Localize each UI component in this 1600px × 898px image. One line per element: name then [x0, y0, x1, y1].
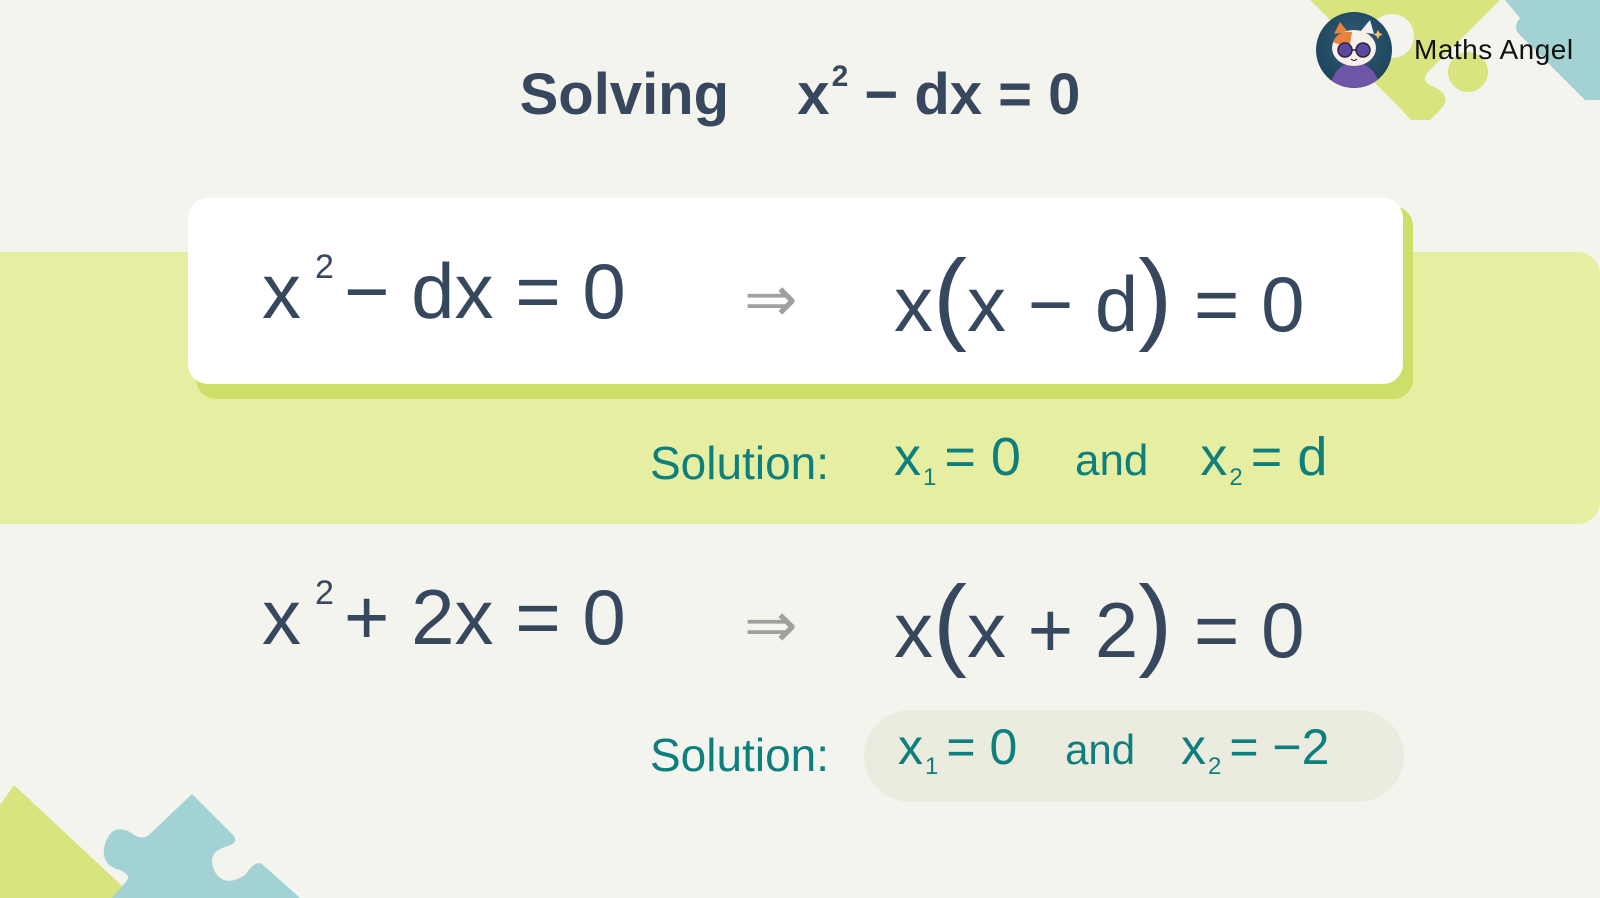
title-prefix: Solving — [519, 62, 730, 127]
x1-value: = 0 — [944, 427, 1021, 487]
x2-sub: 2 — [1207, 753, 1222, 780]
open-paren: ( — [933, 565, 967, 679]
example1-factored: x(x − d) = 0 — [894, 238, 1305, 355]
example1-solution: x1 = 0 and x2 = d — [894, 426, 1327, 492]
example2-solution: x1 = 0 and x2 = −2 — [898, 718, 1329, 781]
open-paren: ( — [933, 239, 967, 353]
equation-base: x — [262, 247, 301, 335]
and-word: and — [1065, 726, 1136, 773]
x2-value: = d — [1250, 427, 1328, 487]
close-paren: ) — [1138, 239, 1173, 353]
equation-rest: + 2x = 0 — [343, 573, 626, 661]
x2-var: x — [1200, 427, 1228, 487]
page-title: Solving x2 − dx = 0 — [0, 60, 1600, 128]
equation-exponent: 2 — [315, 248, 334, 286]
equation-rest: − dx = 0 — [343, 247, 626, 335]
example2-equation: x 2 + 2x = 0 — [262, 572, 626, 663]
close-paren: ) — [1138, 565, 1173, 679]
x2-var: x — [1180, 719, 1206, 775]
equation-exponent: 2 — [315, 574, 334, 612]
x1-value: = 0 — [946, 719, 1018, 775]
implies-arrow-icon: ⇒ — [744, 263, 798, 335]
x1-var: x — [894, 427, 921, 487]
example2-factored: x(x + 2) = 0 — [894, 564, 1305, 681]
factored-inner: x + 2 — [966, 586, 1139, 674]
title-equation-base: x — [797, 62, 830, 127]
factored-outer: x — [894, 260, 933, 348]
example1-equation: x 2− dx = 0 — [262, 246, 626, 337]
x1-var: x — [898, 719, 923, 775]
x2-sub: 2 — [1229, 464, 1243, 491]
example1-solution-label: Solution: — [650, 437, 830, 489]
factored-rhs: = 0 — [1193, 586, 1305, 674]
puzzle-piece-blue — [103, 794, 300, 898]
x1-sub: 1 — [925, 753, 939, 780]
and-word: and — [1074, 436, 1149, 485]
title-equation-rest: − dx = 0 — [864, 62, 1081, 127]
puzzle-decoration-bottom — [0, 785, 300, 898]
factored-rhs: = 0 — [1193, 260, 1305, 348]
x1-sub: 1 — [923, 464, 937, 491]
example2-solution-label: Solution: — [650, 729, 830, 781]
factored-inner: x − d — [966, 260, 1139, 348]
x2-value: = −2 — [1229, 719, 1330, 775]
implies-arrow-icon: ⇒ — [744, 589, 798, 661]
equation-base: x — [262, 573, 301, 661]
factored-outer: x — [894, 586, 933, 674]
title-exponent: 2 — [831, 60, 849, 93]
